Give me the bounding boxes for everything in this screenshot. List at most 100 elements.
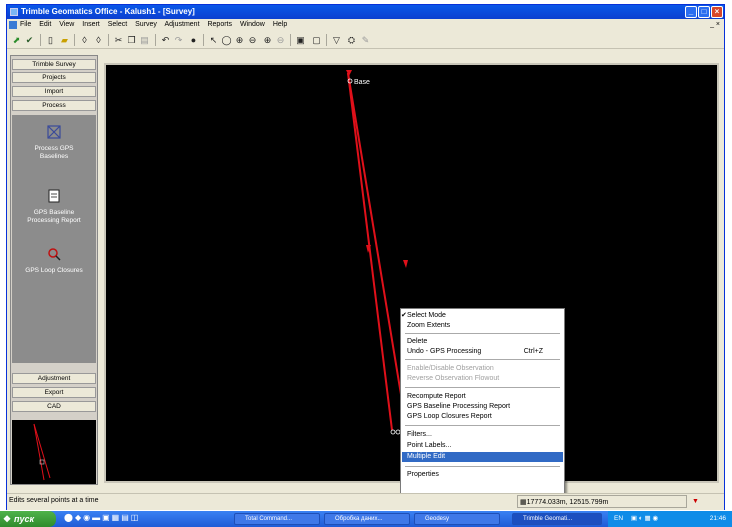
- minimize-button[interactable]: _: [685, 6, 697, 18]
- document-icon[interactable]: [9, 21, 17, 29]
- baseline-report-label: GPS Baseline Processing Report: [27, 209, 81, 224]
- tab-export[interactable]: Export: [12, 387, 96, 398]
- toolbar: ⬈ ✔ ▯ ▰ ◊ ◊ ✂ ❐ ▤ ↶ ↷ ● ↖ ◯ ⊕ ⊖ ⊕ ⊖ ▣ ▢ …: [7, 31, 724, 49]
- baseline-arrow: [346, 70, 352, 76]
- menu-item-reverse-observation-flowout: Reverse Observation Flowout: [407, 375, 500, 382]
- menu-help[interactable]: Help: [273, 21, 287, 28]
- coordinate-readout: ▦17774.033m, 12515.799m: [517, 495, 687, 508]
- tab-import[interactable]: Import: [12, 86, 96, 97]
- status-bar: Edits several points at a time ▦17774.03…: [7, 493, 724, 510]
- context-menu: ✔ Select Mode Zoom Extents Delete Undo - …: [400, 308, 565, 494]
- menu-item-filters[interactable]: Filters...: [402, 430, 563, 440]
- windows-taskbar: ❖ пуск ⬤◆◉▬▣▦▤◫ Total Command... Обробка…: [0, 511, 732, 527]
- report-icon: [48, 189, 60, 203]
- zoom-window-icon[interactable]: ⊕: [261, 34, 274, 46]
- maximize-button[interactable]: □: [698, 6, 710, 18]
- title-bar[interactable]: Trimble Geomatics Office - Kalush1 - [Su…: [7, 5, 724, 19]
- window-view-icon[interactable]: ▢: [310, 34, 323, 46]
- tab-process[interactable]: Process: [12, 100, 96, 111]
- menu-survey[interactable]: Survey: [135, 21, 157, 28]
- tab-cad[interactable]: CAD: [12, 401, 96, 412]
- window-title: Trimble Geomatics Office - Kalush1 - [Su…: [21, 7, 195, 16]
- print-preview-icon[interactable]: ◊: [78, 34, 91, 46]
- menu-file[interactable]: File: [20, 21, 31, 28]
- close-button[interactable]: ×: [711, 6, 723, 18]
- undo-icon[interactable]: ↶: [159, 34, 172, 46]
- coordinate-icon: ▦: [520, 499, 527, 506]
- status-hint: Edits several points at a time: [9, 497, 99, 504]
- paste-icon[interactable]: ▤: [138, 34, 151, 46]
- process-gps-baselines-item[interactable]: Process GPS Baselines: [12, 125, 96, 161]
- menu-select[interactable]: Select: [108, 21, 127, 28]
- select-arrow-icon[interactable]: ↖: [207, 34, 220, 46]
- status-flag-icon: ▼: [692, 498, 699, 505]
- menu-item-select-mode[interactable]: ✔ Select Mode: [401, 311, 563, 321]
- menu-item-loop-closures-report[interactable]: GPS Loop Closures Report: [402, 412, 563, 422]
- process-panel: Process GPS Baselines GPS Baseline Proce…: [12, 115, 96, 363]
- print-icon[interactable]: ◊: [92, 34, 105, 46]
- baseline-report-item[interactable]: GPS Baseline Processing Report: [12, 189, 96, 225]
- menu-adjustment[interactable]: Adjustment: [165, 21, 200, 28]
- edit-tool-icon[interactable]: ✎: [359, 34, 372, 46]
- open-folder-icon[interactable]: ▰: [58, 34, 71, 46]
- zoom-extents-icon[interactable]: ◯: [220, 34, 233, 46]
- copy-icon[interactable]: ❐: [125, 34, 138, 46]
- zoom-out-icon[interactable]: ⊖: [246, 34, 259, 46]
- task-total-commander[interactable]: Total Command...: [234, 513, 320, 525]
- task-geodesy[interactable]: Geodesy: [414, 513, 500, 525]
- redo-icon[interactable]: ↷: [172, 34, 185, 46]
- loop-closures-label: GPS Loop Closures: [25, 267, 83, 274]
- overview-minimap[interactable]: [12, 420, 96, 484]
- task-obrobka-danykh[interactable]: Обробка даних...: [324, 513, 410, 525]
- zoom-previous-icon[interactable]: ⊖: [274, 34, 287, 46]
- system-tray: EN ▣ ◐ ▦ ◉ 21:46: [608, 511, 732, 527]
- tray-icons[interactable]: ▣ ◐ ▦ ◉: [631, 515, 658, 522]
- menu-item-zoom-extents[interactable]: Zoom Extents: [402, 321, 563, 331]
- menu-item-delete[interactable]: Delete: [402, 337, 563, 347]
- menu-item-properties[interactable]: Properties: [402, 470, 563, 480]
- point-label-base: Base: [354, 79, 370, 86]
- menu-bar: File Edit View Insert Select Survey Adju…: [7, 19, 724, 31]
- process-baselines-icon: [47, 125, 61, 139]
- menu-view[interactable]: View: [59, 21, 74, 28]
- survey-bar: Trimble Survey Projects Import Process P…: [10, 55, 98, 485]
- windows-logo-icon: ❖: [3, 514, 12, 524]
- menu-reports[interactable]: Reports: [207, 21, 232, 28]
- language-indicator[interactable]: EN: [614, 515, 623, 522]
- menu-window[interactable]: Window: [240, 21, 265, 28]
- labels-icon[interactable]: ⛭: [345, 34, 358, 46]
- menu-item-undo[interactable]: Undo - GPS Processing Ctrl+Z: [402, 347, 563, 357]
- clock[interactable]: 21:46: [710, 511, 726, 527]
- new-file-icon[interactable]: ▯: [44, 34, 57, 46]
- filter-icon[interactable]: ▽: [330, 34, 343, 46]
- menu-edit[interactable]: Edit: [39, 21, 51, 28]
- point-marker[interactable]: [390, 429, 396, 435]
- baseline-line[interactable]: [347, 72, 408, 432]
- menu-item-baseline-processing-report[interactable]: GPS Baseline Processing Report: [402, 402, 563, 412]
- tab-adjustment[interactable]: Adjustment: [12, 373, 96, 384]
- check-icon[interactable]: ✔: [23, 34, 36, 46]
- trimble-survey-icon[interactable]: ⬈: [10, 34, 23, 46]
- app-icon: [10, 8, 18, 16]
- cut-icon[interactable]: ✂: [112, 34, 125, 46]
- menu-item-multiple-edit[interactable]: Multiple Edit: [402, 452, 563, 462]
- task-trimble-geomatics[interactable]: Trimble Geomati...: [512, 513, 602, 525]
- start-button[interactable]: ❖ пуск: [0, 511, 56, 527]
- loop-closures-item[interactable]: GPS Loop Closures: [12, 247, 96, 275]
- baseline-line[interactable]: [347, 72, 393, 431]
- check-mark-icon: ✔: [401, 312, 407, 319]
- menu-item-recompute-report[interactable]: Recompute Report: [402, 392, 563, 402]
- zoom-in-icon[interactable]: ⊕: [233, 34, 246, 46]
- info-icon[interactable]: ●: [187, 34, 200, 46]
- menu-insert[interactable]: Insert: [82, 21, 100, 28]
- menu-item-enable-disable-observation: Enable/Disable Observation: [407, 365, 494, 372]
- quick-launch-icons[interactable]: ⬤◆◉▬▣▦▤◫: [64, 513, 140, 522]
- mdi-controls[interactable]: _ ×: [710, 19, 720, 31]
- menu-item-point-labels[interactable]: Point Labels...: [402, 441, 563, 451]
- plan-view-icon[interactable]: ▣: [294, 34, 307, 46]
- tab-projects[interactable]: Projects: [12, 72, 96, 83]
- process-gps-baselines-label: Process GPS Baselines: [34, 145, 74, 160]
- loop-closure-icon: [48, 248, 61, 261]
- baseline-arrow: [403, 260, 408, 268]
- tab-trimble-survey[interactable]: Trimble Survey: [12, 59, 96, 70]
